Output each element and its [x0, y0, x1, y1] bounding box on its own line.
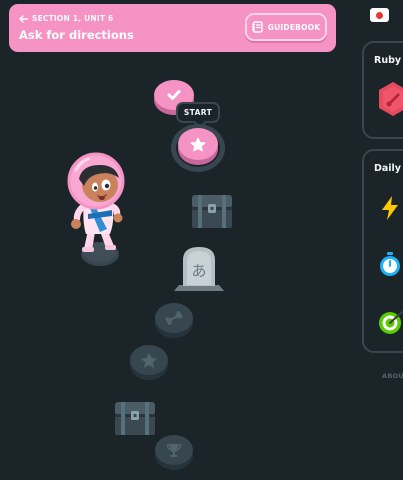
japan-flag-icon — [376, 11, 383, 19]
treasure-chest-node[interactable] — [189, 192, 235, 236]
league-heading: Ruby L — [374, 55, 403, 66]
astronaut-character-icon — [67, 152, 125, 266]
locked-practice-node[interactable] — [155, 303, 193, 333]
star-icon — [141, 353, 157, 367]
treasure-chest-icon — [192, 195, 232, 228]
league-card[interactable]: Ruby L — [362, 41, 403, 139]
current-lesson-node[interactable] — [178, 128, 218, 160]
lightning-icon — [382, 196, 398, 220]
tombstone-icon: あ — [174, 247, 224, 291]
timer-icon — [380, 252, 400, 276]
daily-quests-heading: Daily Q — [374, 163, 403, 174]
tomb-glyph: あ — [191, 262, 206, 280]
ruby-league-badge-icon — [379, 82, 403, 116]
character-illustration — [62, 152, 136, 274]
treasure-chest-icon — [115, 402, 155, 435]
section-back-link[interactable]: SECTION 1, UNIT 6 — [19, 14, 113, 23]
treasure-chest-node[interactable] — [112, 399, 158, 443]
unit-banner: SECTION 1, UNIT 6 Ask for directions GUI… — [9, 4, 336, 52]
notebook-icon — [251, 21, 263, 33]
start-tooltip: START — [176, 102, 220, 123]
dumbbell-icon — [165, 311, 183, 325]
about-link[interactable]: ABOUT — [382, 372, 403, 380]
guidebook-label: GUIDEBOOK — [267, 22, 321, 32]
character-review-node[interactable]: あ — [172, 245, 226, 297]
guidebook-button[interactable]: GUIDEBOOK — [245, 13, 327, 41]
trophy-icon — [166, 444, 182, 457]
daily-quests-card[interactable]: Daily Q — [362, 149, 403, 353]
check-icon — [167, 90, 181, 100]
locked-lesson-node[interactable] — [130, 345, 168, 375]
locked-unit-review-node[interactable] — [155, 435, 193, 465]
language-flag-button[interactable] — [370, 8, 389, 22]
star-icon — [190, 137, 206, 151]
target-icon — [379, 311, 403, 334]
start-label: START — [183, 108, 213, 117]
unit-title: Ask for directions — [19, 28, 134, 42]
section-label: SECTION 1, UNIT 6 — [32, 14, 114, 23]
arrow-left-icon — [19, 14, 28, 23]
